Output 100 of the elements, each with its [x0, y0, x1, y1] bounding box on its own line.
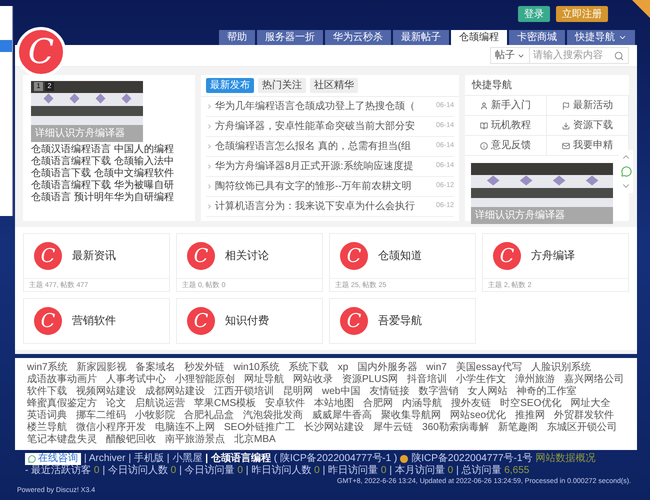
forum-card[interactable]: C 吾爱导航	[329, 298, 476, 344]
post-link[interactable]: 陶符纹饰已具有文字的雏形--万年前农耕文明	[215, 179, 434, 194]
quick-nav-item[interactable]: 新手入门	[465, 96, 547, 116]
forum-name[interactable]: 营销软件	[72, 312, 116, 330]
article-link[interactable]: 仓颉语言下载 仓颉中文编程软件	[31, 168, 187, 180]
footer-link[interactable]: 美国essay代写	[456, 362, 522, 374]
footer-nav-link[interactable]: | 手机版	[128, 453, 164, 465]
footer-link[interactable]: 人事考试中心	[106, 374, 166, 386]
footer-link[interactable]: 楼兰导航	[27, 422, 67, 434]
search-field[interactable]: 帖子 请输入搜索内容	[490, 47, 629, 64]
footer-link[interactable]: 犀牛云链	[373, 422, 414, 434]
posts-tab[interactable]: 热门关注	[258, 78, 306, 93]
footer-link[interactable]: 微信小程序开发	[76, 422, 146, 434]
footer-link[interactable]: 聚收集导航网	[381, 410, 441, 422]
footer-link[interactable]: 网站收录	[293, 374, 333, 386]
icp-link[interactable]: ( 陕ICP备2022004777号-1 )	[274, 453, 398, 465]
post-link[interactable]: 华为方舟编译器8月正式开源:系统响应速度提	[215, 159, 434, 174]
footer-link[interactable]: win7	[426, 362, 447, 374]
forum-name[interactable]: 方舟编译	[531, 248, 575, 264]
forum-name[interactable]: 相关讨论	[225, 248, 269, 264]
footer-link[interactable]: 新家园影视	[76, 362, 127, 374]
post-link[interactable]: 仓颉编程语言怎么报名 真的，总需有担当(组	[215, 139, 434, 154]
footer-link[interactable]: 数字营销	[418, 386, 458, 398]
footer-link[interactable]: 网站seo优化	[450, 410, 506, 422]
footer-nav-link[interactable]: | 小黑屋	[166, 453, 202, 465]
footer-link[interactable]: 搜外友链	[451, 398, 492, 410]
forum-name[interactable]: 仓颉知道	[378, 248, 422, 264]
footer-link[interactable]: win7系统	[27, 362, 68, 374]
quick-nav-item[interactable]: 最新活动	[547, 96, 629, 116]
footer-link[interactable]: 安卓软件	[265, 398, 306, 410]
footer-link[interactable]: 视频网站建设	[76, 386, 136, 398]
footer-link[interactable]: 软件下载	[27, 386, 67, 398]
footer-link[interactable]: 合肥网	[363, 398, 394, 410]
footer-link[interactable]: 苹果CMS模板	[194, 398, 256, 410]
posts-tab[interactable]: 社区精华	[310, 78, 358, 93]
footer-link[interactable]: 英语词典	[27, 410, 67, 422]
footer-link[interactable]: 小学生作文	[456, 374, 506, 386]
footer-link[interactable]: 长沙网站建设	[304, 422, 364, 434]
footer-link[interactable]: 内涵导航	[402, 398, 442, 410]
footer-link[interactable]: 论文	[106, 398, 126, 410]
site-name-link[interactable]: | 仓颉语言编程	[205, 453, 271, 465]
footer-link[interactable]: 合肥礼品盒	[184, 410, 234, 422]
footer-link[interactable]: 抖音培训	[407, 374, 448, 386]
article-link[interactable]: 仓颉汉语编程语言 中国人的编程	[31, 144, 187, 156]
nav-tab[interactable]: 帮助	[219, 30, 255, 45]
footer-link[interactable]: 人脸识别系统	[530, 362, 591, 374]
footer-link[interactable]: 汽泡袋批发商	[243, 410, 303, 422]
footer-link[interactable]: win10系统	[234, 362, 280, 374]
nav-tab[interactable]: 最新帖子	[393, 30, 449, 45]
article-link[interactable]: 仓颉语言 预计明年华为自研编程	[31, 192, 187, 204]
footer-link[interactable]: 神奇的工作室	[516, 386, 576, 398]
forum-name[interactable]: 知识付费	[225, 312, 269, 330]
footer-link[interactable]: 外贸群发软件	[554, 410, 614, 422]
footer-link[interactable]: 友情链接	[369, 386, 410, 398]
footer-link[interactable]: 笔记本键盘失灵	[27, 434, 97, 446]
search-input[interactable]: 请输入搜索内容	[530, 48, 610, 63]
nav-tab[interactable]: 快捷导航	[567, 30, 635, 45]
footer-link[interactable]: 新笔趣阁	[498, 422, 538, 434]
footer-link[interactable]: 女人网站	[467, 386, 508, 398]
footer-link[interactable]: 南平旅游景点	[165, 434, 225, 446]
consult-button[interactable]: 在线咨询	[25, 453, 81, 465]
footer-link[interactable]: 成语故事动画片	[27, 374, 97, 386]
footer-link[interactable]: 挪车二维码	[76, 410, 126, 422]
forum-name[interactable]: 最新资讯	[72, 248, 116, 264]
post-link[interactable]: 方舟编译器，安卓性能革命突破当前大部分安	[215, 119, 434, 134]
forum-card[interactable]: C 知识付费	[176, 298, 323, 344]
footer-link[interactable]: 东城区开锁公司	[546, 422, 617, 434]
police-record-link[interactable]: 陕ICP备2022004777号-1号	[411, 453, 532, 465]
footer-link[interactable]: 系统下载	[288, 362, 329, 374]
footer-link[interactable]: 嘉兴网络公司	[564, 374, 624, 386]
footer-link[interactable]: SEO外链推广工	[224, 422, 296, 434]
quick-nav-item[interactable]: 意见反馈	[465, 136, 547, 156]
footer-link[interactable]: 网址大全	[570, 398, 610, 410]
search-icon[interactable]	[614, 50, 624, 60]
footer-link[interactable]: 蜂蜜真假鉴定方	[27, 398, 97, 410]
footer-link[interactable]: 成都网站建设	[145, 386, 205, 398]
footer-link[interactable]: 小牧影院	[135, 410, 175, 422]
footer-link[interactable]: 360勒索病毒解	[422, 422, 489, 434]
footer-link[interactable]: 电脑连不上网	[155, 422, 215, 434]
nav-tab[interactable]: 仓颉编程	[451, 30, 507, 45]
footer-link[interactable]: 醋酸钯回收	[106, 434, 156, 446]
footer-link[interactable]: web中国	[322, 386, 360, 398]
wechat-icon[interactable]	[620, 166, 632, 177]
footer-link[interactable]: 时空SEO优化	[500, 398, 562, 410]
footer-link[interactable]: 漳州旅游	[515, 374, 556, 386]
footer-link[interactable]: 推推网	[515, 410, 546, 422]
footer-link[interactable]: 秒发外链	[184, 362, 225, 374]
article-link[interactable]: 仓颉语言编程下载 仓颉输入法中	[31, 156, 187, 168]
nav-tab[interactable]: 服务器一折	[257, 30, 323, 45]
footer-link[interactable]: 江西开锁培训	[214, 386, 274, 398]
footer-link[interactable]: 威威犀牛香高	[312, 410, 372, 422]
footer-link[interactable]: 国内外服务器	[357, 362, 418, 374]
quick-nav-item[interactable]: 资源下载	[547, 116, 629, 136]
forum-card[interactable]: C 营销软件	[23, 298, 170, 344]
footer-nav-link[interactable]: | Archiver	[84, 453, 126, 465]
footer-link[interactable]: xp	[338, 362, 348, 374]
footer-link[interactable]: 资源PLUS网	[342, 374, 398, 386]
forum-name[interactable]: 吾爱导航	[378, 312, 422, 330]
footer-link[interactable]: 备案域名	[136, 362, 176, 374]
footer-link[interactable]: 北京MBA	[234, 434, 276, 446]
